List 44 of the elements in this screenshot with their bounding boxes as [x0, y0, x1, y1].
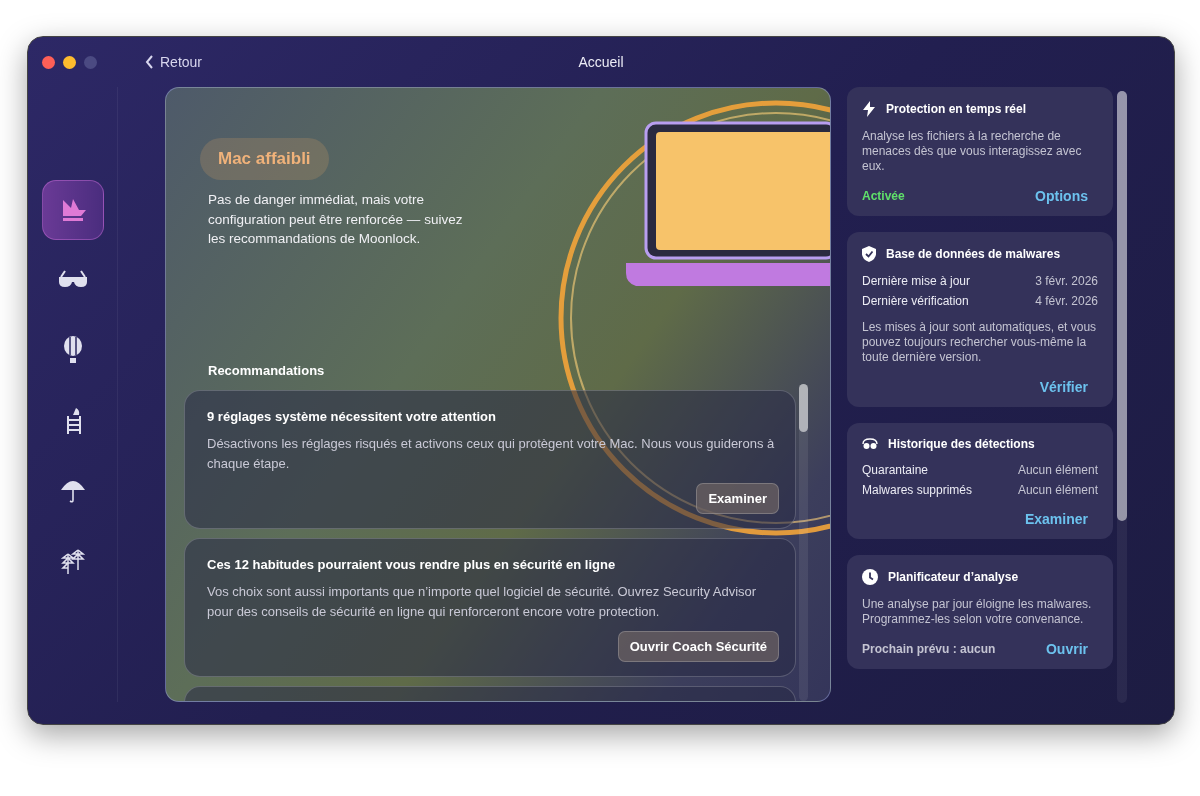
bolt-icon: [862, 101, 876, 117]
action-button[interactable]: Ouvrir Coach Sécurité: [617, 631, 779, 662]
row-label: Malwares supprimés: [862, 483, 973, 497]
row-label: Dernière mise à jour: [862, 274, 971, 288]
shield-check-icon: [862, 246, 876, 262]
status-text: Activée: [862, 189, 905, 203]
card-text: Une analyse par jour éloigne les malwares. Programmez-les selon votre convenance.: [862, 597, 1093, 627]
recommendation-title: 9 réglages système nécessitent votre attention: [207, 409, 497, 424]
recommendation-title: Ces 12 habitudes pourraient vous rendre plus en sécurité en ligne: [207, 557, 617, 572]
card-title: Planificateur d’analyse: [888, 570, 1019, 584]
card-title: Historique des détections: [888, 437, 1035, 451]
status-description: Pas de danger immédiat, mais votre configuration peut être renforcée — suivez les recommandations de Moonlock.: [208, 191, 464, 248]
card-link[interactable]: Examiner: [1024, 511, 1088, 527]
back-button[interactable]: Retour: [145, 54, 203, 70]
row-value: Aucun élément: [1017, 483, 1098, 497]
card-text: Analyse les fichiers à la recherche de menaces dès que vous interagissez avec eux.: [862, 129, 1083, 174]
balloon-icon: [61, 336, 84, 364]
clock-icon: [862, 569, 878, 585]
leaves-icon: [59, 546, 86, 574]
card-link[interactable]: Vérifier: [1039, 379, 1088, 395]
card-link[interactable]: Ouvrir: [1046, 641, 1088, 657]
section-heading: Recommandations: [208, 363, 326, 378]
minimize-button[interactable]: [63, 55, 76, 69]
card-title: Protection en temps réel: [886, 102, 1027, 116]
close-button[interactable]: [42, 55, 55, 69]
scrollbar[interactable]: [799, 384, 808, 701]
card-link[interactable]: Options: [1035, 188, 1088, 204]
card-title: Base de données de malwares: [886, 247, 1061, 261]
schedule-text: Prochain prévu : aucun: [862, 642, 996, 656]
row-value: 4 févr. 2026: [1035, 294, 1098, 308]
card-text: Les mises à jour sont automatiques, et vous pouvez toujours rechercher vous-même la toute dernière version.: [862, 320, 1098, 365]
row-value: Aucun élément: [1017, 463, 1098, 477]
sidebar-item[interactable]: [41, 180, 104, 240]
row-label: Dernière vérification: [862, 294, 969, 308]
recommendation-text: Désactivons les réglages risqués et activons ceux qui protègent votre Mac. Nous vous guiderons à chaque étape.: [207, 435, 776, 473]
glasses-icon: [862, 438, 878, 450]
action-button[interactable]: Examiner: [696, 483, 779, 514]
recommendation-text: Vos choix sont aussi importants que n’importe quel logiciel de sécurité. Ouvrez Security Advisor pour des conseils de sécurité en ligne qui renforceront encore votre protection.: [207, 583, 758, 621]
window-title: Accueil: [578, 54, 624, 70]
scrollbar[interactable]: [1117, 91, 1127, 703]
chevron-left-icon: [145, 55, 154, 69]
status-badge: Mac affaibli: [200, 138, 329, 180]
row-value: 3 févr. 2026: [1035, 274, 1098, 288]
row-label: Quarantaine: [862, 463, 929, 477]
